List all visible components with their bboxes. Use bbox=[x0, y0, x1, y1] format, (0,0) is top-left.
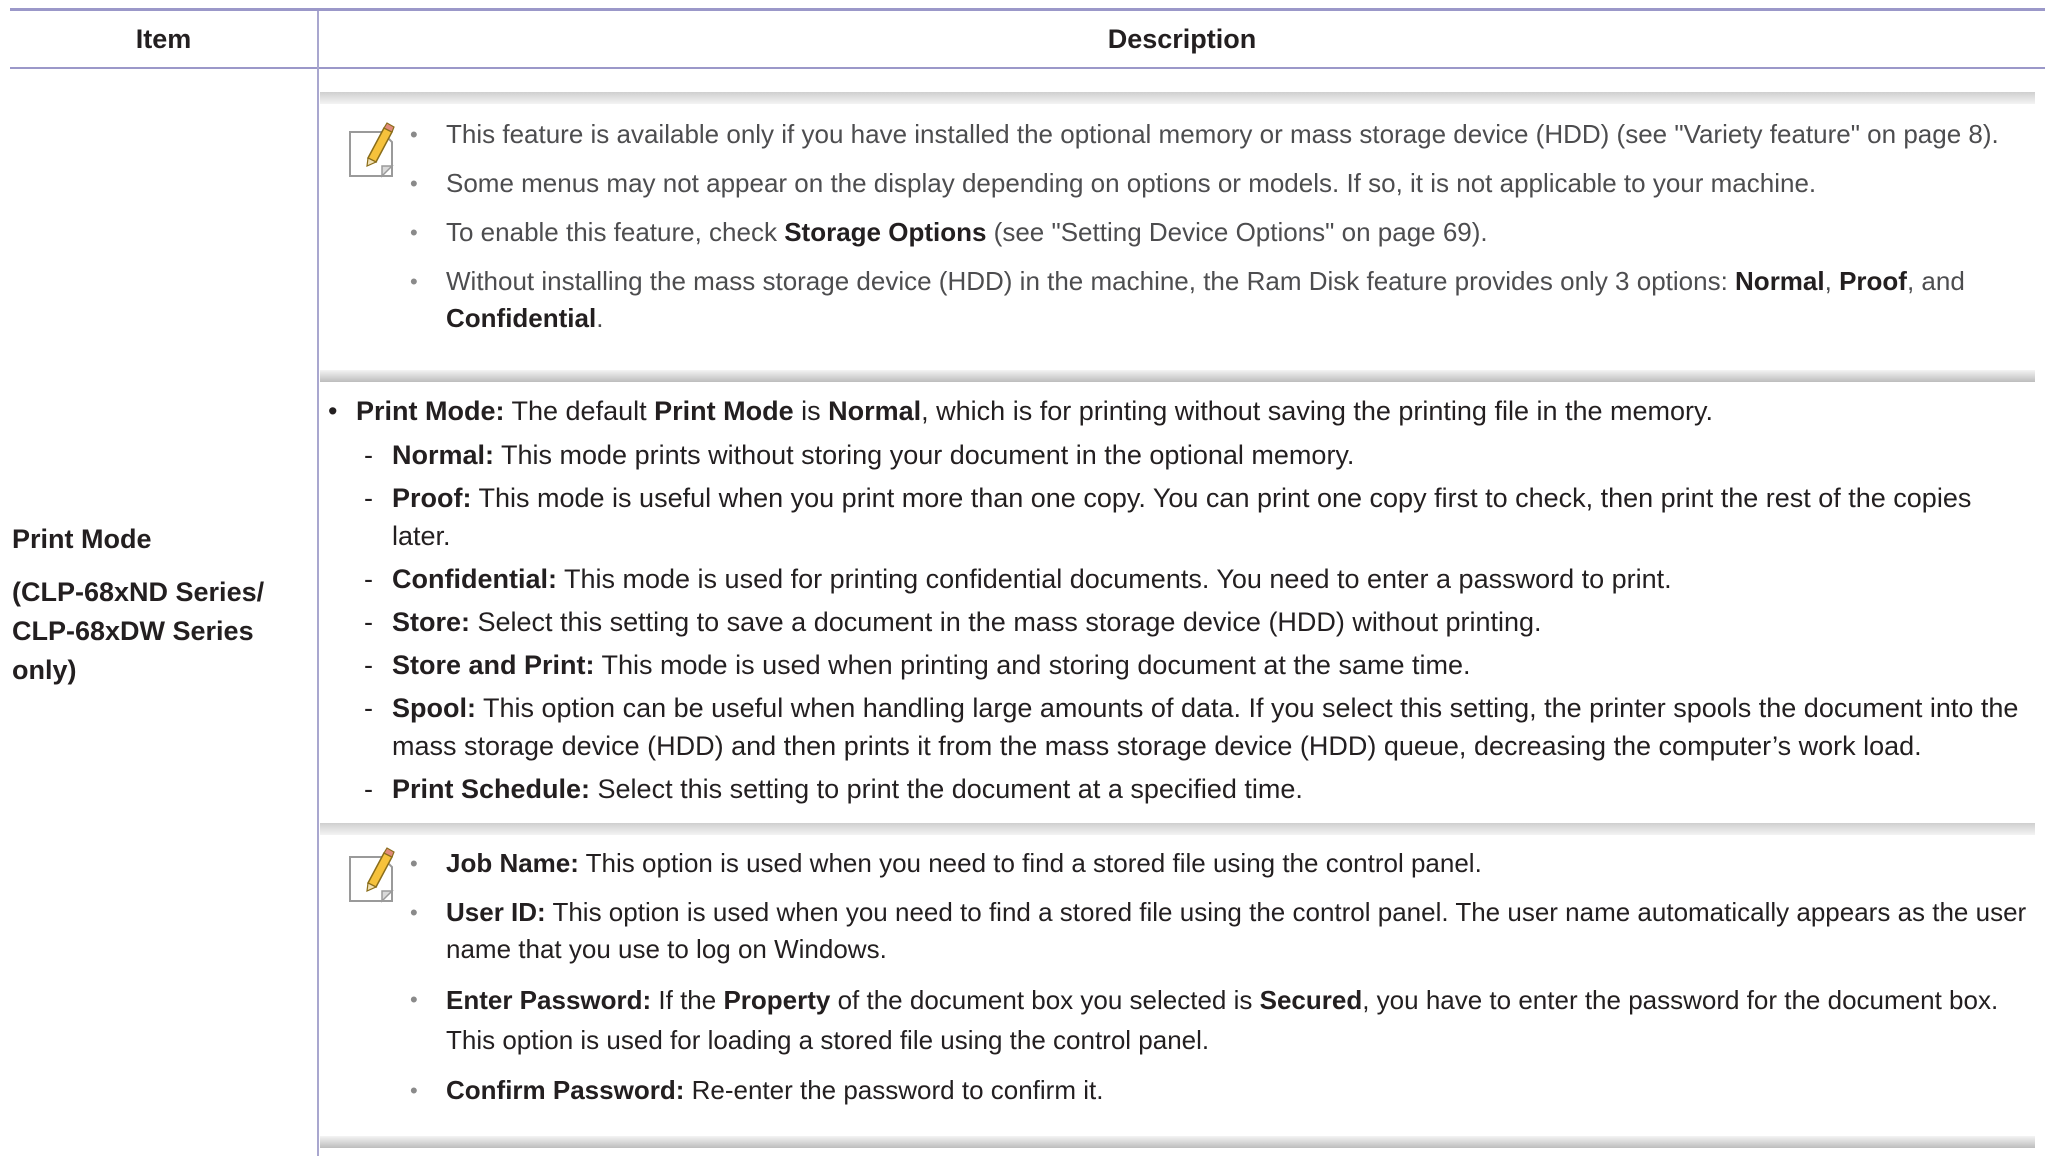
pencil-note-icon bbox=[349, 847, 395, 903]
list-item: This feature is available only if you ha… bbox=[410, 116, 2035, 165]
list-item: Some menus may not appear on the display… bbox=[410, 165, 2035, 214]
print-mode-description: Print Mode: The default Print Mode is No… bbox=[320, 392, 2035, 808]
mode-item: Confidential: This mode is used for prin… bbox=[320, 560, 2035, 598]
item-cell: Print Mode (CLP-68xND Series/ CLP-68xDW … bbox=[12, 520, 292, 690]
mode-item: Store and Print: This mode is used when … bbox=[320, 646, 2035, 684]
note-box-2: Job Name: This option is used when you n… bbox=[320, 823, 2035, 1148]
note-bottom-bar bbox=[320, 370, 2035, 382]
mode-item: Print Schedule: Select this setting to p… bbox=[320, 770, 2035, 808]
pencil-note-icon bbox=[349, 122, 395, 178]
list-item: Without installing the mass storage devi… bbox=[410, 263, 2035, 337]
note-top-bar bbox=[320, 823, 2035, 835]
mode-item: Normal: This mode prints without storing… bbox=[320, 436, 2035, 474]
list-item: Confirm Password: Re-enter the password … bbox=[410, 1072, 2035, 1109]
mode-item: Proof: This mode is useful when you prin… bbox=[320, 479, 2035, 555]
note-1-list: This feature is available only if you ha… bbox=[410, 116, 2035, 337]
mode-item: Store: Select this setting to save a doc… bbox=[320, 603, 2035, 641]
note-top-bar bbox=[320, 92, 2035, 104]
note-2-list: Job Name: This option is used when you n… bbox=[410, 845, 2035, 1109]
list-item: User ID: This option is used when you ne… bbox=[410, 894, 2035, 968]
print-mode-lead: Print Mode: The default Print Mode is No… bbox=[320, 392, 2035, 431]
list-item: Enter Password: If the Property of the d… bbox=[410, 980, 2035, 1060]
item-subtitle: (CLP-68xND Series/ CLP-68xDW Series only… bbox=[12, 577, 265, 685]
mode-item: Spool: This option can be useful when ha… bbox=[320, 689, 2035, 765]
note-box-1: This feature is available only if you ha… bbox=[320, 92, 2035, 382]
header-item: Item bbox=[135, 24, 192, 54]
header-rule bbox=[10, 67, 2045, 69]
column-divider bbox=[317, 11, 319, 1156]
list-item: Job Name: This option is used when you n… bbox=[410, 845, 2035, 882]
list-item: To enable this feature, check Storage Op… bbox=[410, 214, 2035, 263]
header-description: Description bbox=[1107, 24, 1257, 54]
note-bottom-bar bbox=[320, 1136, 2035, 1148]
item-title: Print Mode bbox=[12, 524, 152, 554]
